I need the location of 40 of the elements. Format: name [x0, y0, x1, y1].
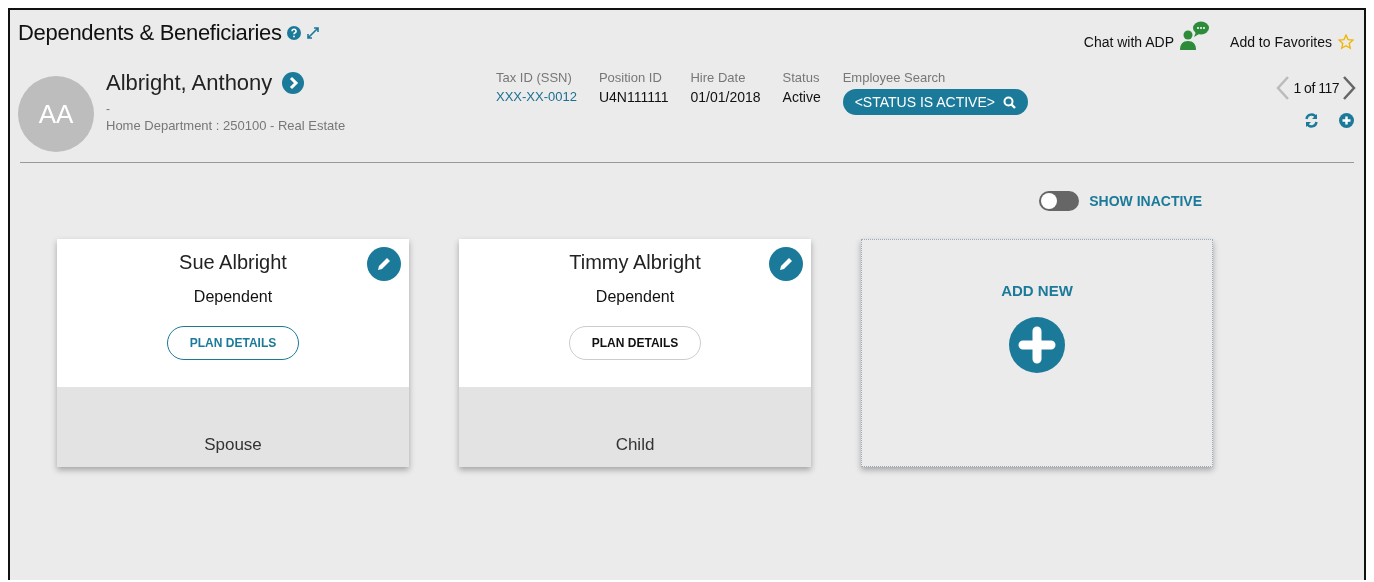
field-value: U4N111111	[598, 89, 669, 105]
dependent-type: Dependent	[595, 288, 675, 306]
plus-icon[interactable]	[1009, 317, 1065, 373]
field-label: Hire Date	[690, 70, 746, 85]
dependent-type: Dependent	[193, 288, 273, 306]
edit-icon[interactable]	[769, 247, 803, 281]
dependent-name: Timmy Albright	[569, 251, 701, 274]
page-title: Dependents & Beneficiaries	[18, 20, 282, 46]
avatar: AA	[18, 76, 94, 152]
expand-icon[interactable]	[305, 26, 320, 40]
field-value: 01/01/2018	[690, 89, 761, 105]
employee-subtitle: -	[106, 102, 111, 116]
chevron-right-icon[interactable]	[282, 72, 305, 94]
star-icon[interactable]	[1338, 34, 1354, 50]
search-icon	[1003, 95, 1016, 109]
relationship-text: Child	[615, 435, 655, 455]
employee-search-button[interactable]: <STATUS IS ACTIVE>	[842, 89, 1028, 115]
field-label: Tax ID (SSN)	[496, 70, 572, 85]
relationship-text: Spouse	[204, 435, 262, 455]
ssn-link[interactable]: XXX-XX-0012	[496, 89, 577, 104]
add-new-card[interactable]: ADD NEW	[861, 239, 1213, 467]
field-label: Employee Search	[842, 70, 946, 85]
next-icon[interactable]	[1342, 75, 1356, 101]
field-label: Status	[782, 70, 820, 85]
plan-details-button[interactable]: PLAN DETAILS	[568, 326, 702, 360]
field-label: Position ID	[598, 70, 662, 85]
chat-person-icon[interactable]	[1180, 20, 1211, 50]
help-icon[interactable]	[286, 26, 301, 40]
edit-icon[interactable]	[367, 247, 401, 281]
chat-link[interactable]: Chat with ADP	[1083, 34, 1175, 50]
add-new-label[interactable]: ADD NEW	[1001, 282, 1073, 299]
department-text: Home Department : 250100 - Real Estate	[106, 118, 347, 133]
pager-text: 1 of 117	[1293, 80, 1339, 96]
employee-name: Albright, Anthony	[106, 70, 273, 96]
refresh-icon[interactable]	[1304, 113, 1319, 128]
favorites-link[interactable]: Add to Favorites	[1230, 34, 1332, 50]
dependent-name: Sue Albright	[179, 251, 287, 274]
field-value: Active	[782, 89, 821, 105]
plan-details-button[interactable]: PLAN DETAILS	[166, 326, 300, 360]
add-icon[interactable]	[1339, 113, 1354, 128]
